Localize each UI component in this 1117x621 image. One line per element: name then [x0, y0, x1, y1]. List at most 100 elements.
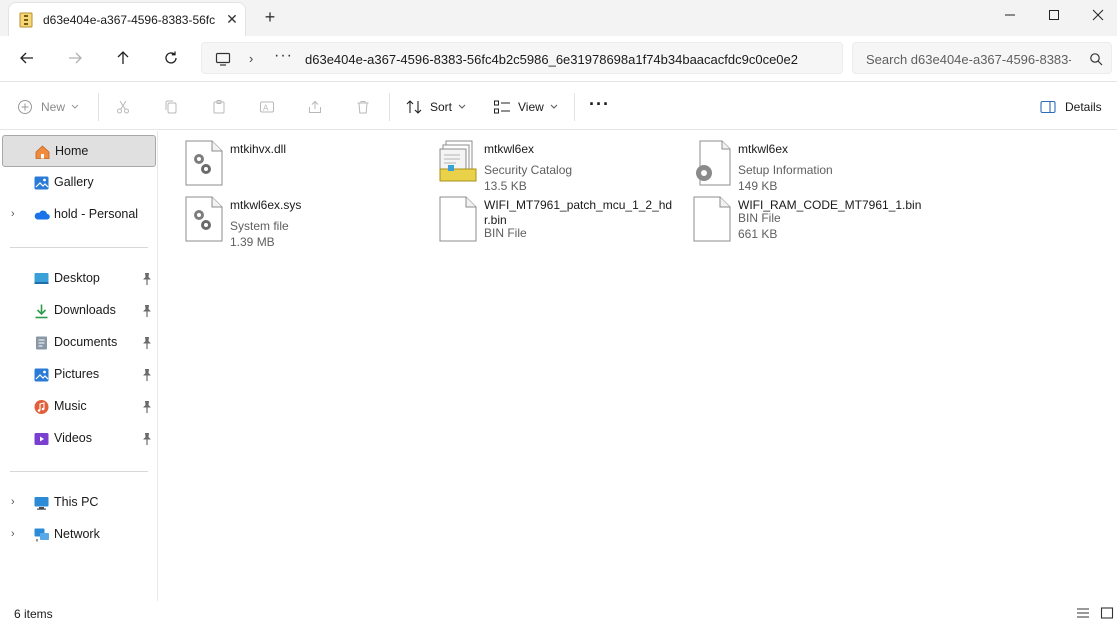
chevron-down-icon	[458, 104, 466, 109]
details-label: Details	[1065, 100, 1102, 114]
minimize-icon	[1005, 14, 1015, 16]
file-size: 13.5 KB	[484, 179, 527, 193]
new-label: New	[41, 100, 66, 114]
sidebar-item-network[interactable]: › Network	[2, 519, 156, 551]
file-name: mtkwl6ex	[484, 142, 535, 156]
sort-icon	[406, 100, 422, 114]
download-icon	[35, 304, 48, 319]
tab-title: d63e404e-a367-4596-8383-56fc4b2c5986_6e3…	[43, 13, 215, 27]
chevron-right-icon[interactable]: ›	[11, 208, 21, 222]
file-name: mtkwl6ex	[738, 142, 789, 156]
more-options-button[interactable]: ···	[589, 91, 610, 117]
sidebar-item-this-pc[interactable]: › This PC	[2, 487, 156, 519]
search-input[interactable]: Search d63e404e-a367-4596-8383-56fc4b2c5…	[852, 42, 1112, 74]
sidebar-item-label: Music	[54, 399, 87, 413]
cut-button[interactable]	[115, 94, 131, 120]
file-name: mtkihvx.dll	[230, 142, 287, 156]
network-icon	[34, 528, 49, 542]
copy-button[interactable]	[163, 94, 179, 120]
sidebar-item-label: Pictures	[54, 367, 100, 381]
file-item[interactable]: mtkihvx.dll	[184, 139, 430, 191]
sidebar-item-downloads[interactable]: Downloads	[2, 295, 156, 327]
pin-icon[interactable]	[141, 336, 153, 350]
monitor-icon	[215, 52, 231, 66]
file-item[interactable]: mtkwl6ex.sys System file 1.39 MB	[184, 195, 430, 249]
trash-icon	[357, 101, 369, 114]
sort-button[interactable]: Sort	[405, 94, 466, 120]
chevron-right-icon[interactable]: ›	[249, 51, 253, 66]
sidebar-item-label: This PC	[54, 495, 99, 509]
copy-icon	[165, 100, 177, 114]
sidebar-item-onedrive[interactable]: › hold - Personal	[2, 199, 156, 231]
details-view-icon[interactable]	[1076, 607, 1090, 619]
pin-icon[interactable]	[141, 432, 153, 446]
details-pane-icon	[1040, 100, 1056, 114]
command-bar: New A Sort View ··· Details	[0, 83, 1117, 130]
bin-file-icon	[693, 196, 731, 242]
pictures-icon	[34, 368, 49, 382]
pin-icon[interactable]	[141, 400, 153, 414]
tab-close-button[interactable]: ✕	[222, 9, 242, 29]
details-pane-button[interactable]: Details	[1040, 94, 1102, 120]
sidebar-item-videos[interactable]: Videos	[2, 423, 156, 455]
arrow-up-icon	[117, 51, 129, 64]
security-catalog-icon	[439, 140, 477, 182]
separator	[574, 93, 575, 121]
item-count: 6 items	[14, 607, 53, 621]
up-button[interactable]	[108, 44, 138, 72]
new-tab-button[interactable]: +	[258, 7, 282, 29]
chevron-right-icon[interactable]: ›	[11, 496, 21, 510]
refresh-button[interactable]	[156, 44, 186, 72]
search-icon	[1090, 53, 1103, 66]
sidebar-item-documents[interactable]: Documents	[2, 327, 156, 359]
minimize-button[interactable]	[987, 0, 1033, 30]
sidebar-item-home[interactable]: Home	[2, 135, 156, 167]
sidebar-divider	[10, 471, 148, 472]
address-path[interactable]: d63e404e-a367-4596-8383-56fc4b2c5986_6e3…	[305, 52, 835, 67]
sidebar-item-label: Network	[54, 527, 100, 541]
bin-file-icon	[439, 196, 477, 242]
share-button[interactable]	[307, 94, 323, 120]
chevron-right-icon[interactable]: ›	[11, 528, 21, 542]
forward-button[interactable]	[60, 44, 90, 72]
file-item[interactable]: mtkwl6ex Setup Information 149 KB	[692, 139, 938, 193]
sidebar-item-label: hold - Personal	[54, 207, 139, 221]
view-button[interactable]: View	[493, 94, 558, 120]
clipboard-icon	[213, 100, 225, 114]
share-icon	[309, 100, 321, 113]
delete-button[interactable]	[355, 94, 371, 120]
rename-button[interactable]: A	[259, 94, 275, 120]
search-placeholder: Search d63e404e-a367-4596-8383-56fc4b2c5…	[866, 52, 1071, 67]
address-path-box[interactable]: › ··· d63e404e-a367-4596-8383-56fc4b2c59…	[201, 42, 843, 74]
file-type: Setup Information	[738, 163, 833, 177]
paste-button[interactable]	[211, 94, 227, 120]
file-item[interactable]: mtkwl6ex Security Catalog 13.5 KB	[438, 139, 684, 193]
scissors-icon	[117, 100, 129, 114]
pin-icon[interactable]	[141, 272, 153, 286]
large-icons-view-icon[interactable]	[1100, 607, 1114, 619]
sidebar-item-gallery[interactable]: Gallery	[2, 167, 156, 199]
file-name: mtkwl6ex.sys	[230, 198, 302, 212]
pin-icon[interactable]	[141, 304, 153, 318]
file-item[interactable]: WIFI_MT7961_patch_mcu_1_2_hdr.bin BIN Fi…	[438, 195, 684, 247]
desktop-icon	[34, 273, 49, 284]
maximize-button[interactable]	[1031, 0, 1077, 30]
sidebar-item-desktop[interactable]: Desktop	[2, 263, 156, 295]
navigation-pane: Home Gallery › hold - Personal Desktop D…	[0, 131, 158, 601]
file-list: mtkihvx.dll mtkwl6ex Security Catalog 13…	[159, 131, 1117, 601]
sidebar-item-label: Downloads	[54, 303, 116, 317]
pin-icon[interactable]	[141, 368, 153, 382]
path-overflow-button[interactable]: ···	[274, 47, 293, 65]
view-list-icon	[494, 100, 510, 114]
videos-icon	[34, 433, 49, 445]
sidebar-item-pictures[interactable]: Pictures	[2, 359, 156, 391]
back-button[interactable]	[12, 44, 42, 72]
sidebar-item-music[interactable]: Music	[2, 391, 156, 423]
sidebar-item-label: Gallery	[54, 175, 94, 189]
maximize-icon	[1049, 10, 1059, 20]
close-window-button[interactable]	[1075, 0, 1117, 30]
file-item[interactable]: WIFI_RAM_CODE_MT7961_1.bin BIN File 661 …	[692, 195, 938, 247]
file-name: WIFI_MT7961_patch_mcu_1_2_hdr.bin	[484, 198, 673, 227]
new-button[interactable]: New	[17, 94, 79, 120]
active-tab[interactable]: d63e404e-a367-4596-8383-56fc4b2c5986_6e3…	[8, 2, 246, 36]
